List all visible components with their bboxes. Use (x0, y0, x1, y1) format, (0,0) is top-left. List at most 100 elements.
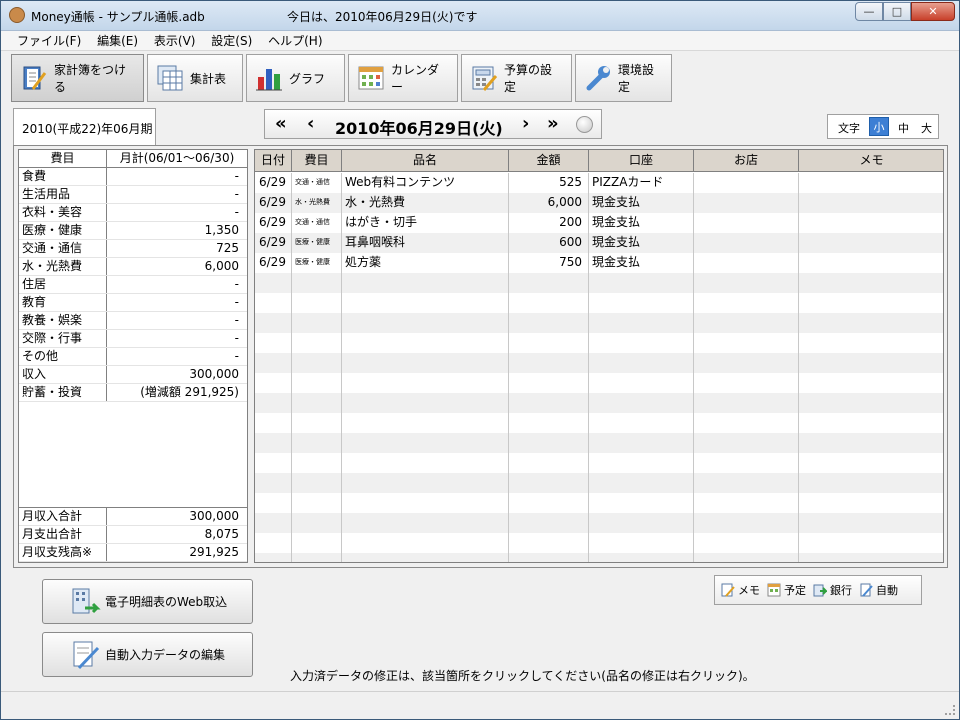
shop-cell[interactable] (694, 433, 799, 453)
item-cell[interactable] (342, 333, 509, 353)
column-header[interactable]: メモ (799, 150, 943, 171)
category-row[interactable]: 生活用品 - (19, 186, 247, 204)
shop-cell[interactable] (694, 533, 799, 553)
item-cell[interactable] (342, 513, 509, 533)
category-cell[interactable] (292, 393, 342, 413)
account-cell[interactable]: 現金支払 (589, 213, 694, 233)
item-cell[interactable]: 処方薬 (342, 253, 509, 273)
date-cell[interactable] (255, 293, 292, 313)
transaction-row[interactable]: 6/29 医療・健康 処方薬 750 現金支払 (255, 253, 943, 273)
memo-cell[interactable] (799, 193, 943, 213)
shop-cell[interactable] (694, 353, 799, 373)
date-cell[interactable] (255, 533, 292, 553)
account-cell[interactable] (589, 333, 694, 353)
account-cell[interactable] (589, 273, 694, 293)
shop-cell[interactable] (694, 173, 799, 193)
category-cell[interactable]: 医療・健康 (292, 253, 342, 273)
item-cell[interactable] (342, 393, 509, 413)
amount-cell[interactable] (509, 433, 589, 453)
empty-row[interactable] (255, 313, 943, 333)
text-size-medium[interactable]: 中 (898, 120, 909, 136)
item-cell[interactable] (342, 473, 509, 493)
item-cell[interactable]: 水・光熱費 (342, 193, 509, 213)
shop-cell[interactable] (694, 413, 799, 433)
category-row[interactable]: 収入 300,000 (19, 366, 247, 384)
toolbar-household-ledger-button[interactable]: 家計簿をつける (11, 54, 144, 102)
empty-row[interactable] (255, 493, 943, 513)
amount-cell[interactable] (509, 493, 589, 513)
category-cell[interactable] (292, 293, 342, 313)
category-row[interactable]: 教育 - (19, 294, 247, 312)
account-cell[interactable] (589, 393, 694, 413)
web-import-button[interactable]: 電子明細表のWeb取込 (42, 579, 253, 624)
date-cell[interactable] (255, 373, 292, 393)
category-cell[interactable]: 医療・健康 (292, 233, 342, 253)
menu-help[interactable]: ヘルプ(H) (262, 31, 328, 51)
shop-cell[interactable] (694, 493, 799, 513)
category-cell[interactable] (292, 373, 342, 393)
item-cell[interactable] (342, 413, 509, 433)
text-size-large[interactable]: 大 (921, 120, 932, 136)
date-cell[interactable]: 6/29 (255, 233, 292, 253)
empty-row[interactable] (255, 433, 943, 453)
empty-row[interactable] (255, 473, 943, 493)
shop-cell[interactable] (694, 393, 799, 413)
empty-row[interactable] (255, 533, 943, 553)
account-cell[interactable] (589, 473, 694, 493)
category-cell[interactable] (292, 413, 342, 433)
category-row[interactable]: 医療・健康 1,350 (19, 222, 247, 240)
memo-cell[interactable] (799, 333, 943, 353)
account-cell[interactable]: PIZZAカード (589, 173, 694, 193)
item-cell[interactable] (342, 493, 509, 513)
shop-cell[interactable] (694, 373, 799, 393)
item-cell[interactable] (342, 433, 509, 453)
memo-cell[interactable] (799, 213, 943, 233)
amount-cell[interactable] (509, 293, 589, 313)
category-cell[interactable] (292, 353, 342, 373)
memo-cell[interactable] (799, 313, 943, 333)
column-header[interactable]: 金額 (509, 150, 589, 171)
prev-date-button[interactable]: ‹ (307, 113, 314, 134)
date-cell[interactable] (255, 353, 292, 373)
last-date-button[interactable]: » (547, 113, 559, 134)
empty-row[interactable] (255, 393, 943, 413)
shop-cell[interactable] (694, 513, 799, 533)
memo-cell[interactable] (799, 253, 943, 273)
transaction-row[interactable]: 6/29 医療・健康 耳鼻咽喉科 600 現金支払 (255, 233, 943, 253)
date-cell[interactable] (255, 313, 292, 333)
account-cell[interactable]: 現金支払 (589, 233, 694, 253)
empty-row[interactable] (255, 413, 943, 433)
today-button-icon[interactable] (576, 116, 593, 133)
category-cell[interactable] (292, 473, 342, 493)
shop-cell[interactable] (694, 253, 799, 273)
text-size-small[interactable]: 小 (869, 117, 889, 136)
category-cell[interactable]: 交通・通信 (292, 173, 342, 193)
category-row[interactable]: 交通・通信 725 (19, 240, 247, 258)
menu-view[interactable]: 表示(V) (148, 31, 202, 51)
shop-cell[interactable] (694, 233, 799, 253)
account-cell[interactable]: 現金支払 (589, 193, 694, 213)
category-row[interactable]: 貯蓄・投資 (増減額 291,925) (19, 384, 247, 402)
date-cell[interactable] (255, 273, 292, 293)
column-header[interactable]: お店 (694, 150, 799, 171)
date-cell[interactable] (255, 433, 292, 453)
toolbar-budget-button[interactable]: 予算の設定 (461, 54, 572, 102)
date-cell[interactable] (255, 493, 292, 513)
transaction-row[interactable]: 6/29 交通・通信 Web有料コンテンツ 525 PIZZAカード (255, 173, 943, 193)
account-cell[interactable] (589, 453, 694, 473)
current-date[interactable]: 2010年06月29日(火) (335, 115, 503, 139)
shop-cell[interactable] (694, 333, 799, 353)
empty-row[interactable] (255, 333, 943, 353)
empty-row[interactable] (255, 353, 943, 373)
transaction-row[interactable]: 6/29 交通・通信 はがき・切手 200 現金支払 (255, 213, 943, 233)
item-cell[interactable] (342, 273, 509, 293)
account-cell[interactable] (589, 533, 694, 553)
menu-settings[interactable]: 設定(S) (205, 31, 258, 51)
memo-cell[interactable] (799, 553, 943, 562)
transaction-row[interactable]: 6/29 水・光熱費 水・光熱費 6,000 現金支払 (255, 193, 943, 213)
date-cell[interactable]: 6/29 (255, 213, 292, 233)
category-cell[interactable] (292, 453, 342, 473)
column-header[interactable]: 日付 (255, 150, 292, 171)
amount-cell[interactable] (509, 533, 589, 553)
category-cell[interactable] (292, 273, 342, 293)
